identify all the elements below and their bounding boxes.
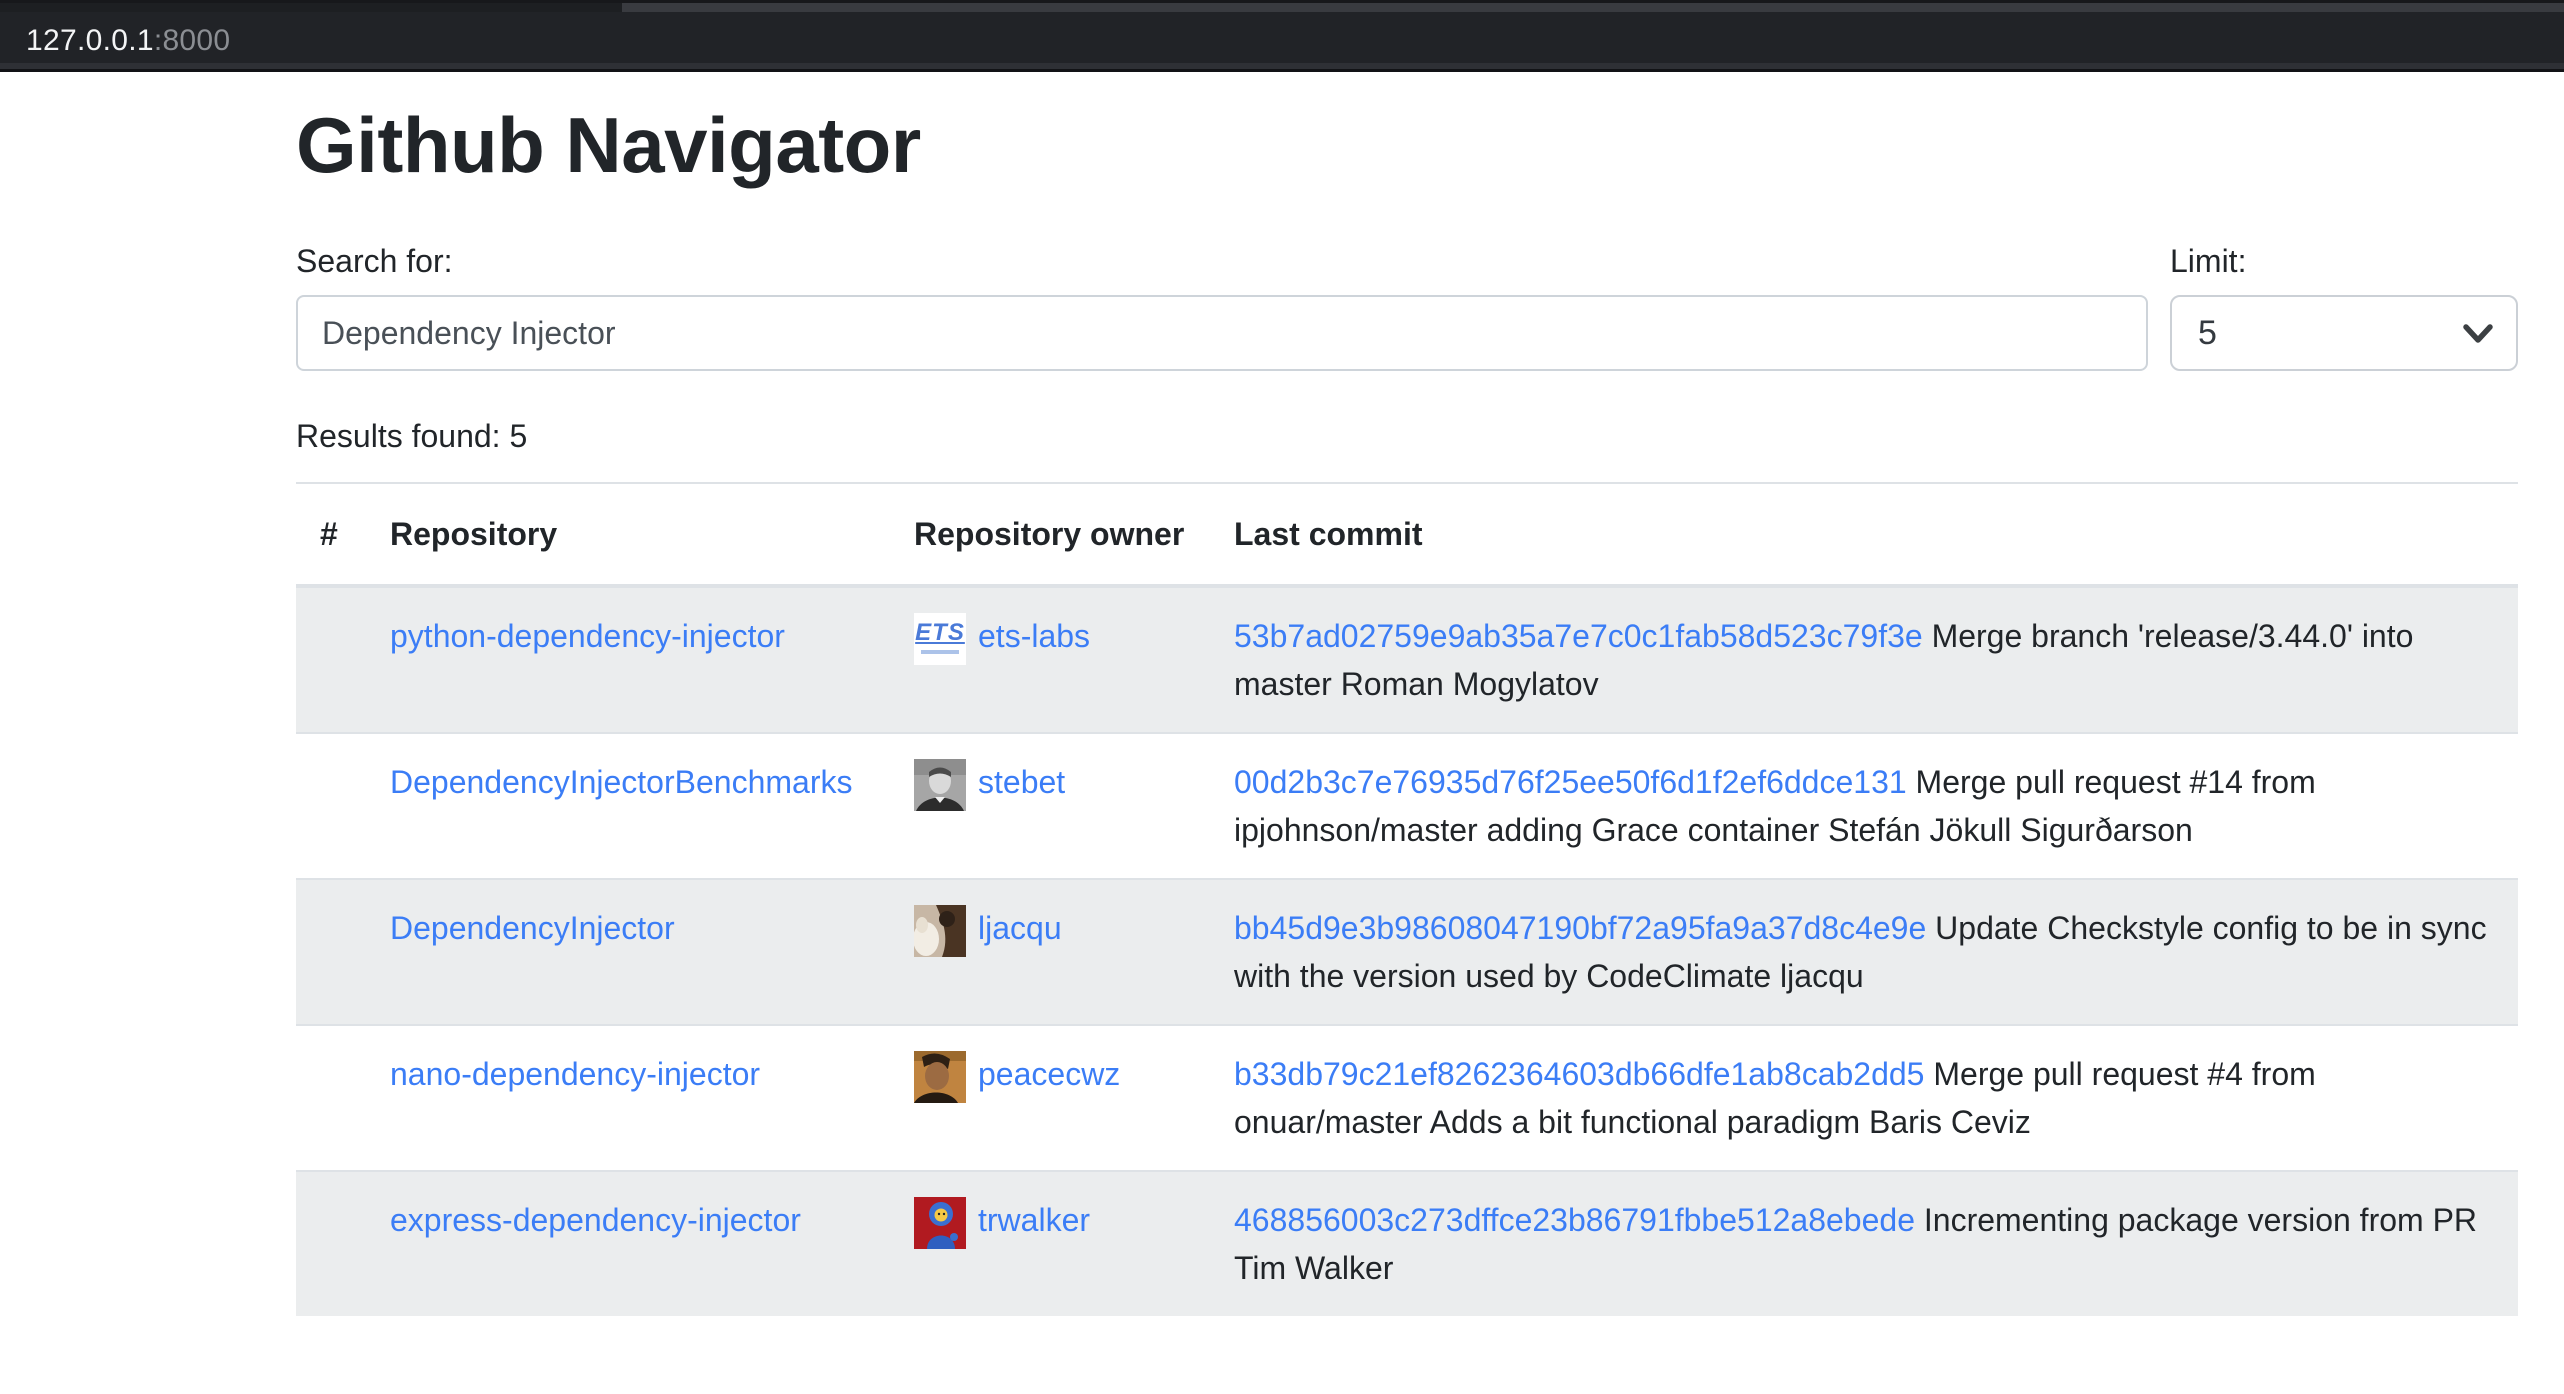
repository-link[interactable]: python-dependency-injector [390, 618, 785, 654]
address-bar-host: 127.0.0.1 [26, 24, 154, 57]
table-row: express-dependency-injector trwalker 468… [296, 1171, 2518, 1316]
repository-cell: DependencyInjector [366, 879, 890, 1025]
repository-link[interactable]: DependencyInjectorBenchmarks [390, 764, 852, 800]
owner-avatar [914, 759, 966, 811]
last-commit-cell: 00d2b3c7e76935d76f25ee50f6d1f2ef6ddce131… [1210, 733, 2518, 879]
address-bar-port: :8000 [154, 24, 231, 57]
main-content: Github Navigator Search for: Limit: 5 Re… [296, 98, 2518, 1316]
column-header-owner: Repository owner [890, 483, 1210, 586]
owner-cell: peacecwz [890, 1025, 1210, 1171]
column-header-repository: Repository [366, 483, 890, 586]
owner-link[interactable]: peacecwz [978, 1056, 1120, 1092]
owner-avatar [914, 905, 966, 957]
row-index-cell [296, 1025, 366, 1171]
repository-cell: DependencyInjectorBenchmarks [366, 733, 890, 879]
owner-link[interactable]: stebet [978, 764, 1065, 800]
repository-cell: python-dependency-injector [366, 586, 890, 733]
search-label: Search for: [296, 242, 2148, 280]
toolbar-bottom-edge [0, 63, 2564, 69]
results-table: # Repository Repository owner Last commi… [296, 482, 2518, 1316]
results-summary: Results found: 5 [296, 417, 2518, 455]
owner-cell: stebet [890, 733, 1210, 879]
search-form: Search for: Limit: 5 [296, 242, 2518, 371]
last-commit-cell: 53b7ad02759e9ab35a7e7c0c1fab58d523c79f3e… [1210, 586, 2518, 733]
repository-link[interactable]: express-dependency-injector [390, 1202, 801, 1238]
repository-link[interactable]: nano-dependency-injector [390, 1056, 760, 1092]
last-commit-cell: bb45d9e3b98608047190bf72a95fa9a37d8c4e9e… [1210, 879, 2518, 1025]
browser-active-tab[interactable] [0, 3, 622, 12]
owner-link[interactable]: ets-labs [978, 618, 1090, 654]
repository-cell: express-dependency-injector [366, 1171, 890, 1316]
limit-select-value: 5 [2198, 314, 2217, 353]
table-row: DependencyInjector ljacqu bb45d9e3b98608… [296, 879, 2518, 1025]
chevron-down-icon [2462, 324, 2494, 344]
row-index-cell [296, 1171, 366, 1316]
repository-link[interactable]: DependencyInjector [390, 910, 675, 946]
limit-label: Limit: [2170, 242, 2518, 280]
owner-link[interactable]: trwalker [978, 1202, 1090, 1238]
row-index-cell [296, 733, 366, 879]
owner-cell: ljacqu [890, 879, 1210, 1025]
column-header-index: # [296, 483, 366, 586]
commit-sha-link[interactable]: bb45d9e3b98608047190bf72a95fa9a37d8c4e9e [1234, 910, 1926, 946]
page-title: Github Navigator [296, 98, 2518, 192]
last-commit-cell: b33db79c21ef8262364603db66dfe1ab8cab2dd5… [1210, 1025, 2518, 1171]
address-bar[interactable]: 127.0.0.1:8000 [26, 24, 230, 58]
limit-field-group: Limit: 5 [2170, 242, 2518, 371]
results-table-body: python-dependency-injector ETS ets-labs 5… [296, 586, 2518, 1316]
owner-cell: ETS ets-labs [890, 586, 1210, 733]
table-row: python-dependency-injector ETS ets-labs 5… [296, 586, 2518, 733]
search-field-group: Search for: [296, 242, 2148, 371]
owner-link[interactable]: ljacqu [978, 910, 1062, 946]
owner-cell: trwalker [890, 1171, 1210, 1316]
search-input[interactable] [296, 295, 2148, 371]
owner-avatar: ETS [914, 613, 966, 665]
owner-avatar [914, 1197, 966, 1249]
results-table-header: # Repository Repository owner Last commi… [296, 483, 2518, 586]
commit-sha-link[interactable]: 468856003c273dffce23b86791fbbe512a8ebede [1234, 1202, 1915, 1238]
column-header-last-commit: Last commit [1210, 483, 2518, 586]
owner-avatar [914, 1051, 966, 1103]
table-row: nano-dependency-injector peacecwz b33db7… [296, 1025, 2518, 1171]
row-index-cell [296, 586, 366, 733]
limit-select[interactable]: 5 [2170, 295, 2518, 371]
last-commit-cell: 468856003c273dffce23b86791fbbe512a8ebede… [1210, 1171, 2518, 1316]
table-row: DependencyInjectorBenchmarks stebet 00d2… [296, 733, 2518, 879]
row-index-cell [296, 879, 366, 1025]
repository-cell: nano-dependency-injector [366, 1025, 890, 1171]
commit-sha-link[interactable]: 53b7ad02759e9ab35a7e7c0c1fab58d523c79f3e [1234, 618, 1923, 654]
commit-sha-link[interactable]: 00d2b3c7e76935d76f25ee50f6d1f2ef6ddce131 [1234, 764, 1907, 800]
browser-chrome: 127.0.0.1:8000 [0, 0, 2564, 72]
commit-sha-link[interactable]: b33db79c21ef8262364603db66dfe1ab8cab2dd5 [1234, 1056, 1924, 1092]
